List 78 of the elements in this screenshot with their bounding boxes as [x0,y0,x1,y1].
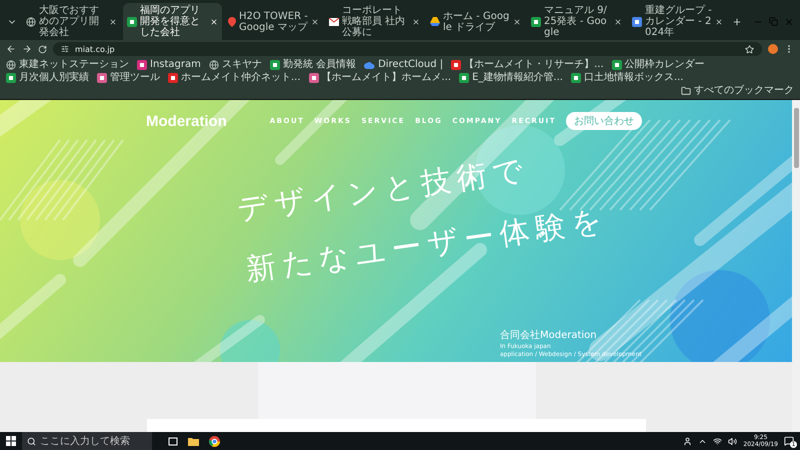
notification-icon[interactable] [784,436,794,446]
folder-icon [681,86,691,96]
square-favicon-icon [270,60,280,70]
browser-tab[interactable]: コーポレート戦略部員 社内公募に [325,3,424,40]
task-view-icon[interactable] [168,436,178,446]
square-favicon-icon [632,16,642,26]
tab-title: 大阪でおすすめのアプリ開発会社 [39,5,100,38]
globe-icon [6,60,16,70]
search-icon [27,436,36,446]
bookmark-link[interactable]: 東建ネットステーション [6,59,129,71]
network-icon[interactable] [713,436,722,446]
close-icon[interactable] [614,18,622,26]
bookmark-link[interactable]: E_建物情報紹介管... [459,72,563,84]
bookmark-link[interactable]: 月次個人別実績 [6,72,89,84]
tab-title: 重建グループ - カレンダー - 2024年 [645,5,712,38]
company-text: 合同会社Moderation [500,328,597,342]
bookmark-link[interactable]: 【ホームメイト】ホームメ... [308,72,452,84]
square-favicon-icon [531,16,541,26]
tab-title: ホーム - Google ドライブ [443,10,510,32]
square-favicon-icon [612,60,622,70]
map-pin-icon [228,16,236,26]
bookmark-link[interactable]: DirectCloud | [364,59,444,71]
plus-icon [732,16,742,26]
browser-tab[interactable]: ホーム - Google ドライブ [426,3,525,40]
tab-title: マニュアル 9/25発表 - Google [544,5,608,38]
profile-avatar[interactable] [768,44,778,54]
site-settings-icon[interactable] [61,45,69,53]
square-favicon-icon [97,73,107,83]
browser-tab[interactable]: H2O TOWER - Google マップ [224,3,323,40]
browser-tab[interactable]: マニュアル 9/25発表 - Google [527,3,626,40]
bookmark-link[interactable]: 口土地情報ボックス... [570,72,684,84]
close-icon[interactable] [311,18,319,26]
address-bar[interactable]: miat.co.jp [53,42,762,56]
globe-icon [208,60,219,70]
tab-title: コーポレート戦略部員 社内公募に [342,5,406,38]
taskbar-search-field[interactable]: ここに入力して検索 [22,432,152,450]
envelope-icon [329,18,339,26]
back-icon[interactable] [6,44,16,54]
close-icon[interactable] [109,18,117,26]
browser-tab[interactable]: 大阪でおすすめのアプリ開発会社 [22,3,121,40]
bookmark-link[interactable]: 勤発統 会員情報 [270,59,356,71]
speaker-icon[interactable] [728,436,738,446]
browser-tab[interactable]: 重建グループ - カレンダー - 2024年 [628,3,727,40]
bookmark-link[interactable]: ホームメイト仲介ネット... [168,72,301,84]
all-bookmarks-link[interactable]: すべてのブックマーク [681,85,794,97]
close-icon[interactable] [412,18,420,26]
square-favicon-icon [168,73,178,83]
globe-icon [26,16,36,26]
square-favicon-icon [6,73,16,83]
person-icon[interactable] [683,436,692,446]
square-favicon-icon [451,60,462,70]
close-icon[interactable] [513,18,521,26]
folder-icon[interactable] [188,436,199,446]
bookmark-link[interactable]: 公開枠カレンダー [612,59,705,71]
square-favicon-icon [570,73,581,83]
bookmark-star-icon[interactable] [745,44,754,54]
square-favicon-icon [127,16,137,26]
url-text: miat.co.jp [75,44,115,54]
tab-title: H2O TOWER - Google マップ [239,10,308,32]
forward-icon[interactable] [22,44,32,54]
bookmark-link[interactable]: スキヤナ [208,59,262,71]
triangle-icon [430,17,440,26]
bookmark-link[interactable]: 【ホームメイト・リサーチ】... [451,59,604,71]
windows-logo-icon [6,436,16,446]
browser-tab[interactable]: 福岡のアプリ開発を得意とした会社 [123,3,222,40]
bookmark-link[interactable]: 管理ツール [97,72,160,84]
tab-title: 福岡のアプリ開発を得意とした会社 [140,5,201,38]
square-favicon-icon [308,73,319,83]
square-favicon-icon [137,60,147,70]
close-icon[interactable] [715,18,723,26]
search-placeholder: ここに入力して検索 [40,434,130,448]
scrollbar-thumb[interactable] [794,108,798,168]
browser-icon[interactable] [209,436,220,446]
reload-icon[interactable] [38,44,47,54]
cloud-icon [364,62,376,68]
square-favicon-icon [459,73,470,83]
bookmark-link[interactable]: Instagram [137,59,201,71]
scrollbar[interactable] [792,100,800,432]
